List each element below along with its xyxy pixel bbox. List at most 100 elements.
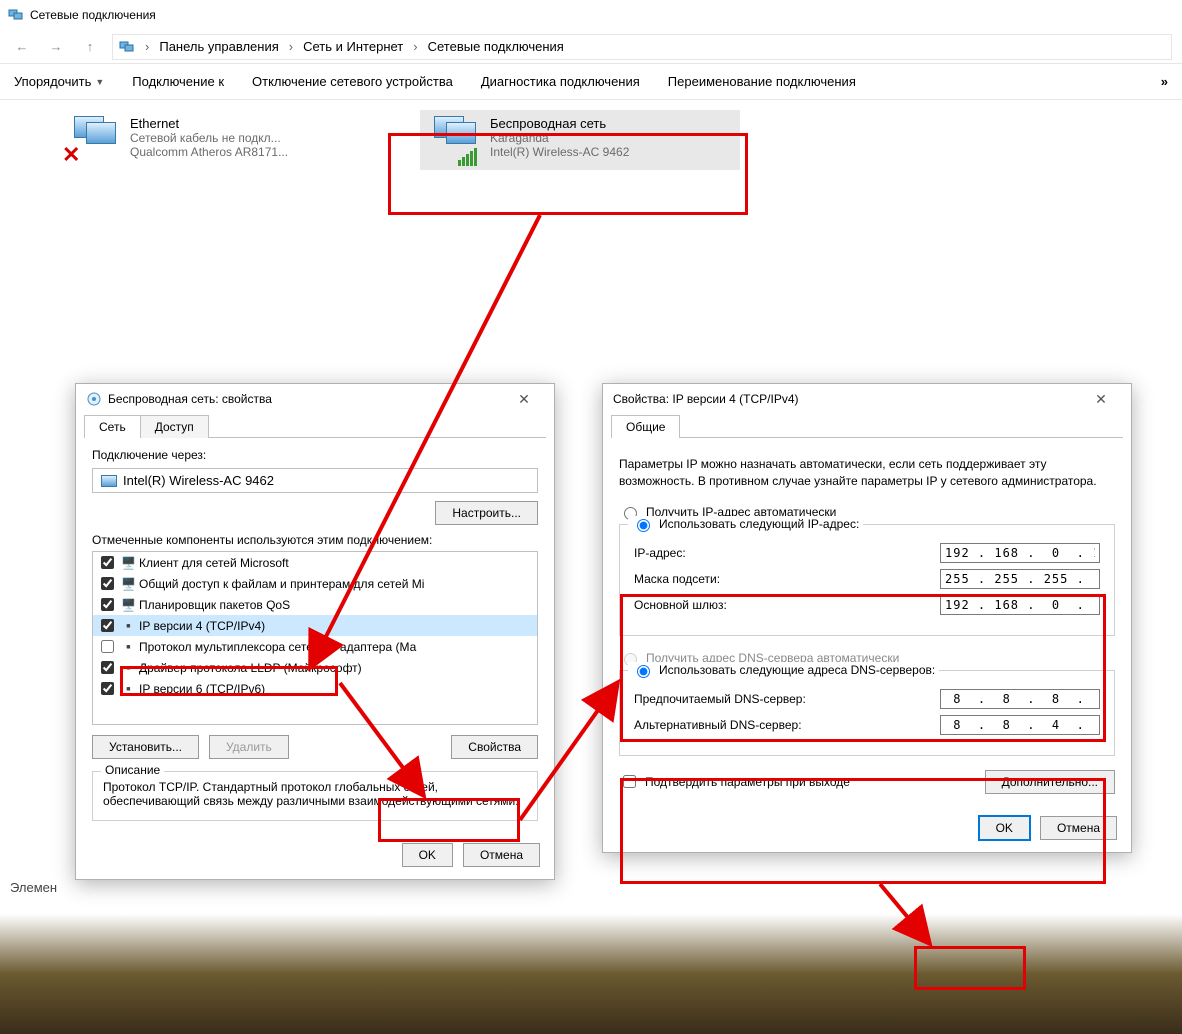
description-group: Описание Протокол TCP/IP. Стандартный пр… [92, 771, 538, 821]
toolbar-disable[interactable]: Отключение сетевого устройства [252, 74, 453, 89]
breadcrumb-seg-3[interactable]: Сетевые подключения [428, 39, 564, 54]
subnet-mask-input[interactable] [940, 569, 1100, 589]
components-list[interactable]: 🖥️Клиент для сетей Microsoft 🖥️Общий дос… [92, 551, 538, 725]
connection-adapter: Qualcomm Atheros AR8171... [130, 145, 288, 159]
protocol-icon: ▪️ [121, 682, 135, 696]
window-title-bar: Сетевые подключения [0, 0, 1182, 30]
checkbox[interactable] [623, 775, 636, 788]
wifi-signal-icon [458, 148, 477, 166]
disconnected-x-icon: ✕ [62, 142, 80, 168]
checkbox[interactable] [101, 598, 114, 611]
gateway-input[interactable] [940, 595, 1100, 615]
connection-item-wifi[interactable]: Беспроводная сеть Karaganda Intel(R) Wir… [420, 110, 740, 170]
connection-adapter: Intel(R) Wireless-AC 9462 [490, 145, 629, 159]
properties-button[interactable]: Свойства [451, 735, 538, 759]
dialog-title-bar: Беспроводная сеть: свойства ✕ [76, 384, 554, 414]
adapter-name: Intel(R) Wireless-AC 9462 [123, 473, 274, 488]
connection-status: Сетевой кабель не подкл... [130, 131, 288, 145]
ip-address-label: IP-адрес: [634, 546, 686, 560]
radio-manual-ip-label: Использовать следующий IP-адрес: [659, 517, 859, 531]
description-legend: Описание [101, 763, 164, 777]
dns1-input[interactable] [940, 689, 1100, 709]
connection-status: Karaganda [490, 131, 629, 145]
checkbox[interactable] [101, 577, 114, 590]
info-text: Параметры IP можно назначать автоматичес… [619, 456, 1115, 490]
forward-icon[interactable]: → [44, 35, 68, 59]
description-text: Протокол TCP/IP. Стандартный протокол гл… [103, 780, 527, 808]
chevron-icon: › [283, 39, 299, 54]
chevron-icon: › [407, 39, 423, 54]
dialog-tabs: Сеть Доступ [84, 414, 546, 438]
list-item-ipv4[interactable]: ▪️IP версии 4 (TCP/IPv4) [93, 615, 537, 636]
checkbox[interactable] [101, 619, 114, 632]
close-button[interactable]: ✕ [1081, 391, 1121, 408]
wifi-icon [426, 116, 480, 164]
breadcrumb-seg-2[interactable]: Сеть и Интернет [303, 39, 403, 54]
chevron-icon: › [139, 39, 155, 54]
dns2-input[interactable] [940, 715, 1100, 735]
radio-input[interactable] [637, 519, 650, 532]
network-app-icon [8, 7, 24, 23]
toolbar: Упорядочить▼ Подключение к Отключение се… [0, 64, 1182, 100]
checkbox[interactable] [101, 682, 114, 695]
checkbox[interactable] [101, 661, 114, 674]
dns2-label: Альтернативный DNS-сервер: [634, 718, 802, 732]
highlight-ok-button [914, 946, 1026, 990]
back-icon[interactable]: ← [10, 35, 34, 59]
manual-dns-group: Использовать следующие адреса DNS-сервер… [619, 670, 1115, 756]
confirm-on-exit[interactable]: Подтвердить параметры при выходе [619, 772, 850, 791]
protocol-icon: ▪️ [121, 640, 135, 654]
connection-item-ethernet[interactable]: ✕ Ethernet Сетевой кабель не подкл... Qu… [60, 110, 380, 170]
close-button[interactable]: ✕ [504, 391, 544, 408]
toolbar-organize[interactable]: Упорядочить▼ [14, 74, 104, 89]
list-item[interactable]: ▪️IP версии 6 (TCP/IPv6) [93, 678, 537, 699]
adapter-properties-dialog: Беспроводная сеть: свойства ✕ Сеть Досту… [75, 383, 555, 880]
subnet-mask-label: Маска подсети: [634, 572, 720, 586]
list-item[interactable]: ▪️Протокол мультиплексора сетевого адапт… [93, 636, 537, 657]
adapter-name-box: Intel(R) Wireless-AC 9462 [92, 468, 538, 493]
checkbox[interactable] [101, 640, 114, 653]
components-label: Отмеченные компоненты используются этим … [92, 533, 538, 547]
up-icon[interactable]: ↑ [78, 35, 102, 59]
tab-access[interactable]: Доступ [140, 415, 209, 438]
qos-icon: 🖥️ [121, 598, 135, 612]
configure-button[interactable]: Настроить... [435, 501, 538, 525]
ethernet-icon: ✕ [66, 116, 120, 164]
ok-button[interactable]: OK [402, 843, 453, 867]
toolbar-overflow[interactable]: » [1161, 74, 1168, 89]
ipv4-properties-dialog: Свойства: IP версии 4 (TCP/IPv4) ✕ Общие… [602, 383, 1132, 853]
connection-name: Беспроводная сеть [490, 116, 629, 131]
ip-address-input[interactable] [940, 543, 1100, 563]
window-title: Сетевые подключения [30, 8, 156, 22]
protocol-icon: ▪️ [121, 619, 135, 633]
install-button[interactable]: Установить... [92, 735, 199, 759]
tab-network[interactable]: Сеть [84, 415, 141, 438]
toolbar-diagnose[interactable]: Диагностика подключения [481, 74, 640, 89]
client-icon: 🖥️ [121, 556, 135, 570]
tab-general[interactable]: Общие [611, 415, 680, 438]
list-item[interactable]: 🖥️Планировщик пакетов QoS [93, 594, 537, 615]
cancel-button[interactable]: Отмена [1040, 816, 1117, 840]
cancel-button[interactable]: Отмена [463, 843, 540, 867]
toolbar-connect[interactable]: Подключение к [132, 74, 224, 89]
checkbox[interactable] [101, 556, 114, 569]
dialog-title-bar: Свойства: IP версии 4 (TCP/IPv4) ✕ [603, 384, 1131, 414]
list-item[interactable]: 🖥️Клиент для сетей Microsoft [93, 552, 537, 573]
dns1-label: Предпочитаемый DNS-сервер: [634, 692, 806, 706]
breadcrumb-seg-1[interactable]: Панель управления [159, 39, 278, 54]
advanced-button[interactable]: Дополнительно... [985, 770, 1115, 794]
radio-input[interactable] [637, 665, 650, 678]
truncated-status-label: Элемен [10, 880, 57, 895]
list-item[interactable]: 🖥️Общий доступ к файлам и принтерам для … [93, 573, 537, 594]
gateway-label: Основной шлюз: [634, 598, 727, 612]
dialog-title: Свойства: IP версии 4 (TCP/IPv4) [613, 392, 799, 406]
list-item[interactable]: ▪️Драйвер протокола LLDP (Майкрософт) [93, 657, 537, 678]
breadcrumb[interactable]: › Панель управления › Сеть и Интернет › … [112, 34, 1172, 60]
toolbar-rename[interactable]: Переименование подключения [668, 74, 856, 89]
caret-down-icon: ▼ [95, 77, 104, 87]
ok-button[interactable]: OK [979, 816, 1030, 840]
dialog-title: Беспроводная сеть: свойства [108, 392, 272, 406]
remove-button: Удалить [209, 735, 289, 759]
desktop-wallpaper [0, 884, 1182, 1034]
navigation-row: ← → ↑ › Панель управления › Сеть и Интер… [0, 30, 1182, 64]
